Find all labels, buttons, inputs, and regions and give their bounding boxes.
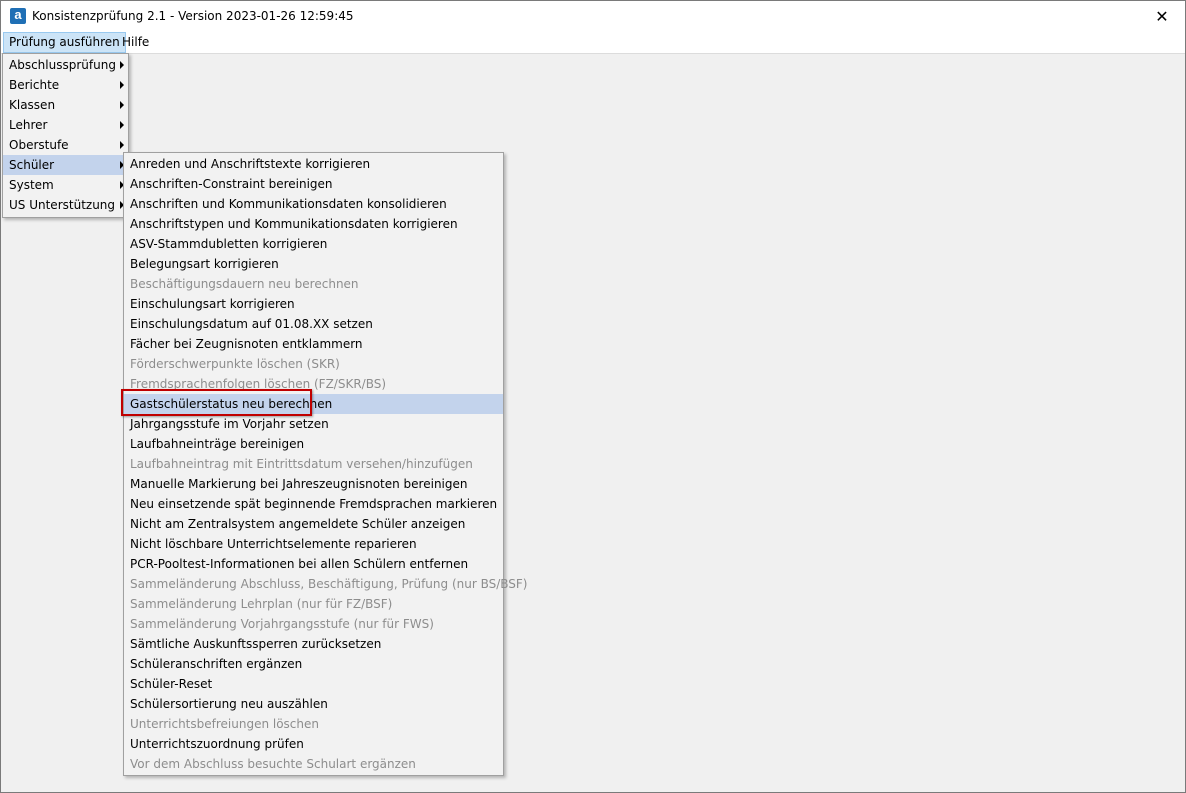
submenu-item-einschulungsart-korrigieren[interactable]: Einschulungsart korrigieren [124, 294, 503, 314]
menu-item-label: Schüler [9, 158, 55, 172]
submenu-item-label: Laufbahneintrag mit Eintrittsdatum verse… [130, 457, 473, 471]
submenu-item-nicht-am-zentralsystem-angemeldete-schuler-anzeigen[interactable]: Nicht am Zentralsystem angemeldete Schül… [124, 514, 503, 534]
submenu-item-nicht-loschbare-unterrichtselemente-reparieren[interactable]: Nicht löschbare Unterrichtselemente repa… [124, 534, 503, 554]
menu-bar: Prüfung ausführen Hilfe [1, 32, 1185, 54]
window-title: Konsistenzprüfung 2.1 - Version 2023-01-… [32, 9, 354, 23]
menu-item-label: Lehrer [9, 118, 48, 132]
submenu-item-label: Beschäftigungsdauern neu berechnen [130, 277, 359, 291]
submenu-item-label: Belegungsart korrigieren [130, 257, 279, 271]
submenu-item-label: Schüleranschriften ergänzen [130, 657, 303, 671]
menu-item-label: Berichte [9, 78, 60, 92]
app-logo-icon: a [10, 7, 26, 24]
submenu-item-label: Nicht am Zentralsystem angemeldete Schül… [130, 517, 466, 531]
submenu-item-schulersortierung-neu-auszahlen[interactable]: Schülersortierung neu auszählen [124, 694, 503, 714]
title-bar: a Konsistenzprüfung 2.1 - Version 2023-0… [1, 1, 1185, 32]
submenu-item-label: Anschriften und Kommunikationsdaten kons… [130, 197, 447, 211]
submenu-item-label: Sämtliche Auskunftssperren zurücksetzen [130, 637, 382, 651]
submenu-item-label: Vor dem Abschluss besuchte Schulart ergä… [130, 757, 416, 771]
submenu-item-unterrichtsbefreiungen-loschen: Unterrichtsbefreiungen löschen [124, 714, 503, 734]
menu-item-us-unterstutzung[interactable]: US Unterstützung [3, 195, 128, 215]
submenu-item-label: ASV-Stammdubletten korrigieren [130, 237, 328, 251]
submenu-item-label: Schülersortierung neu auszählen [130, 697, 328, 711]
submenu-item-neu-einsetzende-spat-beginnende-fremdsprachen-markieren[interactable]: Neu einsetzende spät beginnende Fremdspr… [124, 494, 503, 514]
submenu-item-forderschwerpunkte-loschen-skr: Förderschwerpunkte löschen (SKR) [124, 354, 503, 374]
submenu-item-label: Sammeländerung Abschluss, Beschäftigung,… [130, 577, 528, 591]
submenu-item-sammelanderung-lehrplan-nur-fur-fz-bsf: Sammeländerung Lehrplan (nur für FZ/BSF) [124, 594, 503, 614]
submenu-item-schuler-reset[interactable]: Schüler-Reset [124, 674, 503, 694]
submenu-item-sammelanderung-vorjahrgangsstufe-nur-fur-fws: Sammeländerung Vorjahrgangsstufe (nur fü… [124, 614, 503, 634]
submenu-item-beschaftigungsdauern-neu-berechnen: Beschäftigungsdauern neu berechnen [124, 274, 503, 294]
close-icon[interactable]: ✕ [1139, 1, 1185, 32]
menu-pruefung-ausfuehren[interactable]: Prüfung ausführen [3, 32, 126, 53]
submenu-item-label: Einschulungsdatum auf 01.08.XX setzen [130, 317, 373, 331]
submenu-item-anreden-und-anschriftstexte-korrigieren[interactable]: Anreden und Anschriftstexte korrigieren [124, 154, 503, 174]
submenu-item-label: Schüler-Reset [130, 677, 213, 691]
menu-item-label: Abschlussprüfung [9, 58, 116, 72]
submenu-item-label: Laufbahneinträge bereinigen [130, 437, 305, 451]
chevron-right-icon [120, 101, 124, 109]
chevron-right-icon [120, 141, 124, 149]
menu-item-schuler[interactable]: Schüler [3, 155, 128, 175]
menu-item-label: US Unterstützung [9, 198, 116, 212]
menu-item-system[interactable]: System [3, 175, 128, 195]
submenu-item-anschriften-und-kommunikationsdaten-konsolidieren[interactable]: Anschriften und Kommunikationsdaten kons… [124, 194, 503, 214]
chevron-right-icon [120, 61, 124, 69]
highlight-callout-box [121, 389, 312, 416]
menu-item-oberstufe[interactable]: Oberstufe [3, 135, 128, 155]
menu-item-berichte[interactable]: Berichte [3, 75, 128, 95]
submenu-item-label: Unterrichtsbefreiungen löschen [130, 717, 319, 731]
submenu-item-label: Anreden und Anschriftstexte korrigieren [130, 157, 371, 171]
submenu-item-sammelanderung-abschluss-beschaftigung-prufung-nur-bs-bsf: Sammeländerung Abschluss, Beschäftigung,… [124, 574, 527, 594]
submenu-item-label: Anschriftstypen und Kommunikationsdaten … [130, 217, 458, 231]
submenu-item-label: Sammeländerung Lehrplan (nur für FZ/BSF) [130, 597, 393, 611]
submenu-item-jahrgangsstufe-im-vorjahr-setzen[interactable]: Jahrgangsstufe im Vorjahr setzen [124, 414, 503, 434]
submenu-item-label: Unterrichtszuordnung prüfen [130, 737, 304, 751]
menu-item-klassen[interactable]: Klassen [3, 95, 128, 115]
submenu-item-manuelle-markierung-bei-jahreszeugnisnoten-bereinigen[interactable]: Manuelle Markierung bei Jahreszeugnisnot… [124, 474, 503, 494]
submenu-item-asv-stammdubletten-korrigieren[interactable]: ASV-Stammdubletten korrigieren [124, 234, 503, 254]
menu-hilfe[interactable]: Hilfe [117, 33, 154, 52]
submenu-item-laufbahneintrag-mit-eintrittsdatum-versehen-hinzufugen: Laufbahneintrag mit Eintrittsdatum verse… [124, 454, 503, 474]
menu-item-abschlussprufung[interactable]: Abschlussprüfung [3, 55, 128, 75]
submenu-item-anschriftstypen-und-kommunikationsdaten-korrigieren[interactable]: Anschriftstypen und Kommunikationsdaten … [124, 214, 503, 234]
submenu-item-schuleranschriften-erganzen[interactable]: Schüleranschriften ergänzen [124, 654, 503, 674]
menu-item-label: Klassen [9, 98, 56, 112]
submenu-item-belegungsart-korrigieren[interactable]: Belegungsart korrigieren [124, 254, 503, 274]
submenu-item-label: Anschriften-Constraint bereinigen [130, 177, 333, 191]
chevron-right-icon [120, 81, 124, 89]
submenu-item-label: Einschulungsart korrigieren [130, 297, 295, 311]
submenu-item-einschulungsdatum-auf-01-08-xx-setzen[interactable]: Einschulungsdatum auf 01.08.XX setzen [124, 314, 503, 334]
submenu-item-label: PCR-Pooltest-Informationen bei allen Sch… [130, 557, 469, 571]
submenu-item-vor-dem-abschluss-besuchte-schulart-erganzen: Vor dem Abschluss besuchte Schulart ergä… [124, 754, 503, 774]
menu-item-lehrer[interactable]: Lehrer [3, 115, 128, 135]
submenu-item-label: Neu einsetzende spät beginnende Fremdspr… [130, 497, 498, 511]
chevron-right-icon [120, 121, 124, 129]
submenu-item-label: Manuelle Markierung bei Jahreszeugnisnot… [130, 477, 468, 491]
submenu-item-pcr-pooltest-informationen-bei-allen-schulern-entfernen[interactable]: PCR-Pooltest-Informationen bei allen Sch… [124, 554, 503, 574]
menu-item-label: Oberstufe [9, 138, 69, 152]
submenu-item-label: Förderschwerpunkte löschen (SKR) [130, 357, 340, 371]
submenu-item-samtliche-auskunftssperren-zurucksetzen[interactable]: Sämtliche Auskunftssperren zurücksetzen [124, 634, 503, 654]
submenu-item-anschriften-constraint-bereinigen[interactable]: Anschriften-Constraint bereinigen [124, 174, 503, 194]
menu-item-label: System [9, 178, 54, 192]
schueler-submenu: Anreden und Anschriftstexte korrigieren A… [123, 152, 527, 776]
submenu-item-facher-bei-zeugnisnoten-entklammern[interactable]: Fächer bei Zeugnisnoten entklammern [124, 334, 503, 354]
submenu-item-label: Fächer bei Zeugnisnoten entklammern [130, 337, 363, 351]
submenu-item-label: Sammeländerung Vorjahrgangsstufe (nur fü… [130, 617, 434, 631]
submenu-item-label: Nicht löschbare Unterrichtselemente repa… [130, 537, 417, 551]
submenu-item-label: Jahrgangsstufe im Vorjahr setzen [130, 417, 329, 431]
main-dropdown-menu: Abschlussprüfung Berichte Klassen Lehrer Obe… [2, 53, 129, 218]
submenu-item-unterrichtszuordnung-prufen[interactable]: Unterrichtszuordnung prüfen [124, 734, 503, 754]
submenu-item-laufbahneintrage-bereinigen[interactable]: Laufbahneinträge bereinigen [124, 434, 503, 454]
